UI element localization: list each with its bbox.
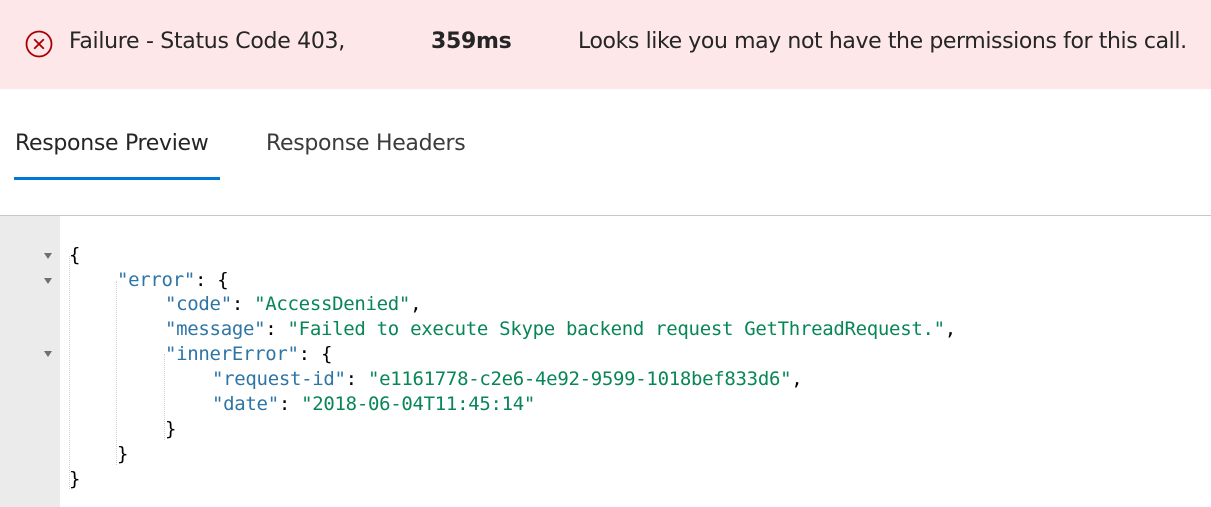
json-string: "AccessDenied" — [254, 293, 411, 315]
indent-guide — [116, 281, 117, 465]
code-line: } — [117, 442, 128, 466]
json-key: "message" — [165, 318, 266, 340]
response-preview-editor[interactable]: { "error": { "code": "AccessDenied", "me… — [0, 215, 1211, 507]
fold-arrow-icon[interactable] — [43, 350, 53, 358]
code-line: "error": { — [117, 269, 229, 291]
status-message: Looks like you may not have the permissi… — [578, 29, 1187, 54]
json-string: "Failed to execute Skype backend request… — [287, 318, 946, 340]
active-tab-indicator — [14, 177, 220, 180]
status-banner: Failure - Status Code 403, 359ms Looks l… — [0, 0, 1211, 89]
tab-response-headers[interactable]: Response Headers — [266, 131, 466, 156]
error-circle-icon — [25, 30, 53, 58]
json-string: "2018-06-04T11:45:14" — [301, 393, 536, 415]
code-line: } — [69, 467, 80, 491]
code-line: } — [165, 417, 176, 441]
json-brace: } — [69, 468, 81, 490]
code-line: "code": "AccessDenied", — [165, 293, 422, 315]
status-code-text: Failure - Status Code 403, — [69, 29, 345, 54]
json-key: "date" — [212, 393, 279, 415]
fold-arrow-icon[interactable] — [43, 252, 53, 260]
json-key: "code" — [165, 293, 232, 315]
code-line: { — [69, 243, 80, 267]
code-line: "date": "2018-06-04T11:45:14" — [212, 393, 536, 415]
json-string: "e1161778-c2e6-4e92-9599-1018bef833d6" — [367, 368, 792, 390]
response-time: 359ms — [431, 29, 512, 54]
json-brace: } — [117, 443, 129, 465]
json-key: "innerError" — [165, 343, 299, 365]
fold-arrow-icon[interactable] — [43, 277, 53, 285]
json-key: "error" — [117, 269, 195, 291]
json-brace: { — [69, 244, 81, 266]
code-line: "request-id": "e1161778-c2e6-4e92-9599-1… — [212, 368, 803, 390]
json-brace: } — [165, 418, 177, 440]
code-line: "message": "Failed to execute Skype back… — [165, 318, 956, 340]
code-line: "innerError": { — [165, 343, 333, 365]
tab-response-preview[interactable]: Response Preview — [15, 131, 209, 156]
json-key: "request-id" — [212, 368, 346, 390]
indent-guide — [69, 256, 70, 489]
